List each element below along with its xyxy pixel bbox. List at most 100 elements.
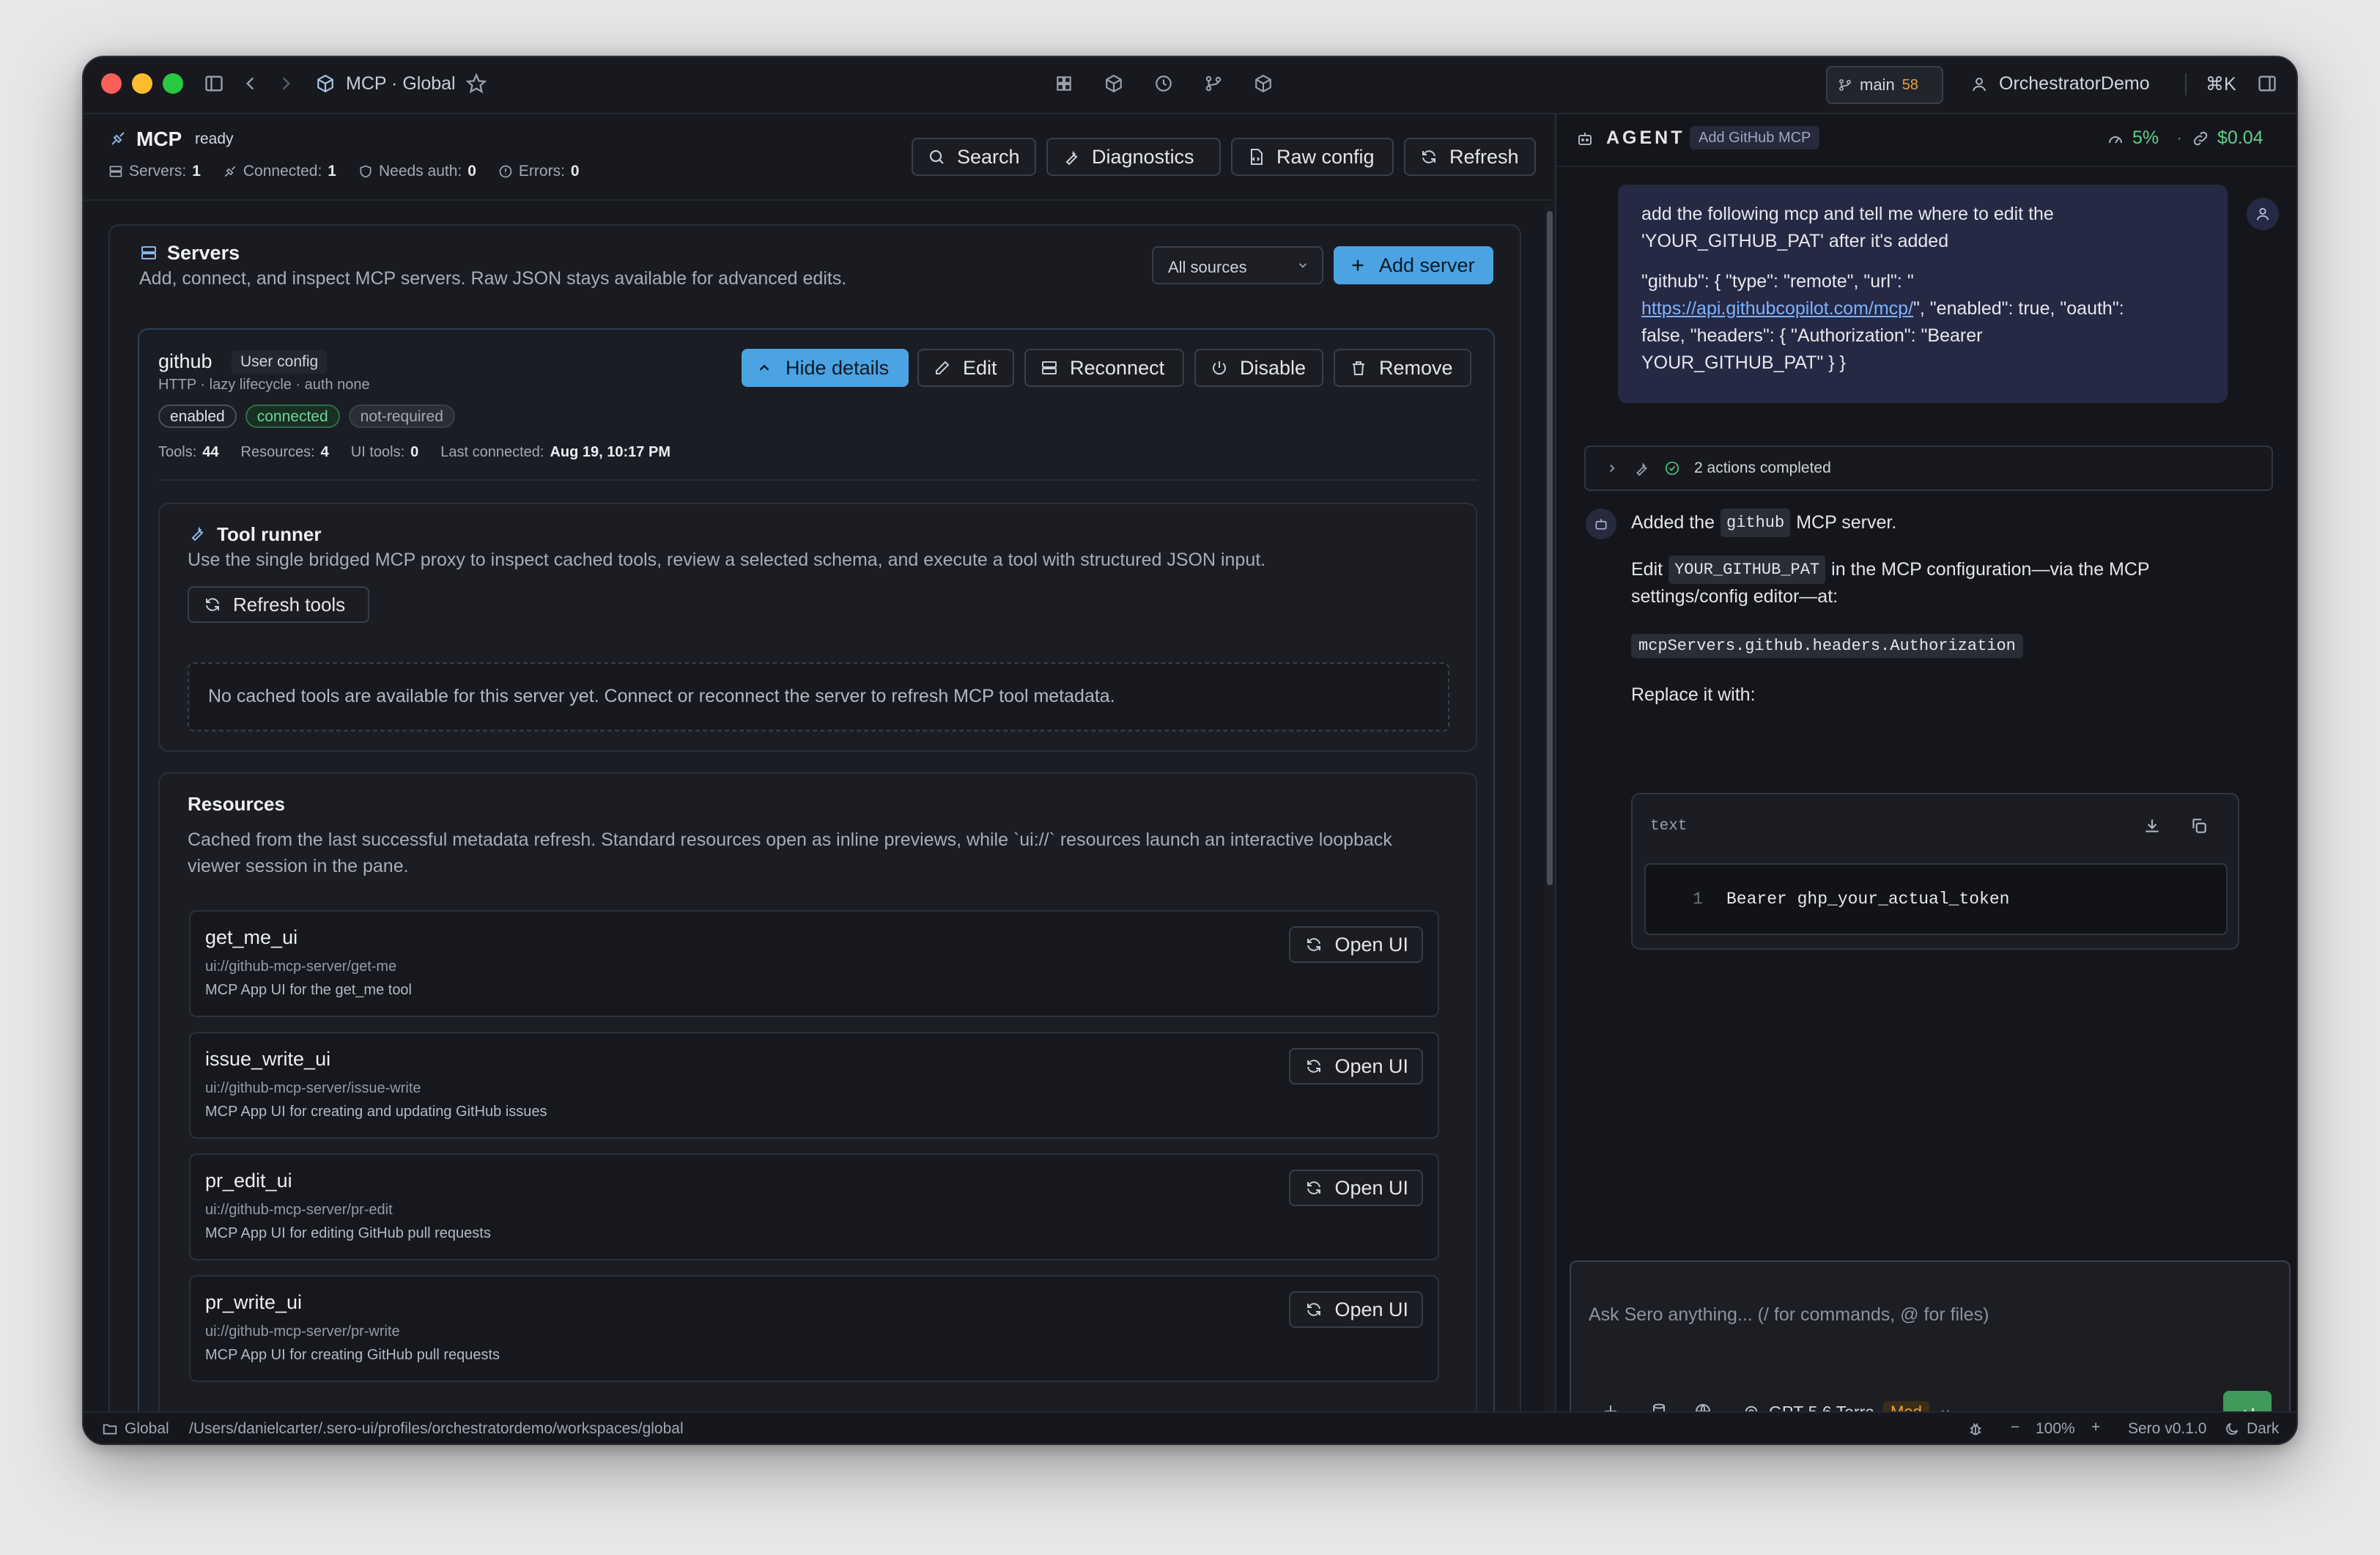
- forward-icon[interactable]: [274, 72, 298, 95]
- link-icon: [2191, 129, 2210, 148]
- raw-config-button[interactable]: Raw config: [1231, 138, 1394, 176]
- disable-button[interactable]: Disable: [1194, 349, 1323, 387]
- alert-circle-icon: [498, 164, 513, 179]
- resource-name: pr_edit_ui: [205, 1170, 292, 1192]
- grid-icon[interactable]: [1052, 72, 1076, 95]
- source-filter-select[interactable]: All sources: [1152, 246, 1323, 284]
- chat-input[interactable]: Ask Sero anything... (/ for commands, @ …: [1589, 1304, 2277, 1326]
- bot-icon: [1594, 517, 1608, 531]
- file-code-icon: [1246, 147, 1266, 167]
- server-counts: Tools: 44 Resources: 4 UI tools: 0 Last con…: [158, 444, 670, 460]
- branch-chip[interactable]: main 58: [1826, 66, 1943, 104]
- zoom-out-button[interactable]: −: [2011, 1419, 2019, 1436]
- tool-runner-description: Use the single bridged MCP proxy to insp…: [188, 550, 1266, 570]
- server-name: github: [158, 350, 212, 372]
- remove-button[interactable]: Remove: [1334, 349, 1471, 387]
- agent-session-tag[interactable]: Add GitHub MCP: [1690, 126, 1820, 149]
- context-usage: 5%: [2132, 128, 2159, 148]
- mcp-panel: MCP ready Servers: 1 Connected: 1 Needs au…: [84, 114, 1555, 1414]
- scrollbar-track[interactable]: [1545, 202, 1555, 1414]
- bug-icon[interactable]: [1967, 1420, 1984, 1438]
- sidebar-toggle-icon[interactable]: [202, 72, 226, 95]
- tool-runner-title: Tool runner: [217, 523, 322, 545]
- diagnostics-button[interactable]: Diagnostics: [1046, 138, 1221, 176]
- page-title: MCP: [136, 128, 182, 150]
- git-branch-icon: [1838, 78, 1852, 92]
- hide-details-button[interactable]: Hide details: [742, 349, 909, 387]
- search-button[interactable]: Search: [912, 138, 1036, 176]
- resource-item: pr_write_ui ui://github-mcp-server/pr-wri…: [189, 1275, 1439, 1382]
- zoom-window-button[interactable]: [163, 73, 183, 94]
- servers-title: Servers: [167, 242, 240, 264]
- minimize-window-button[interactable]: [132, 73, 152, 94]
- agent-title: AGENT: [1606, 128, 1685, 148]
- status-bar: Global /Users/danielcarter/.sero-ui/prof…: [84, 1411, 2296, 1444]
- power-icon: [1209, 358, 1230, 378]
- resource-name: issue_write_ui: [205, 1048, 331, 1070]
- zoom-in-button[interactable]: +: [2091, 1419, 2100, 1436]
- star-icon[interactable]: [465, 72, 488, 95]
- server-icon: [108, 164, 123, 179]
- line-number: 1: [1693, 890, 1703, 909]
- user-avatar: [2247, 198, 2279, 230]
- plug-icon: [108, 129, 128, 148]
- close-window-button[interactable]: [101, 73, 122, 94]
- chevron-right-icon: [1605, 461, 1619, 476]
- refresh-button[interactable]: Refresh: [1404, 138, 1536, 176]
- app-window: MCP · Global main 58 OrchestratorDemo ⌘K: [82, 56, 2298, 1445]
- connected-badge: connected: [245, 405, 340, 428]
- auth-badge: not-required: [348, 405, 455, 428]
- resources-title: Resources: [188, 793, 285, 815]
- resource-description: MCP App UI for editing GitHub pull reque…: [205, 1225, 491, 1241]
- package-icon[interactable]: [1102, 72, 1126, 95]
- server-badges: enabled connected not-required: [158, 405, 455, 428]
- assistant-avatar: [1586, 509, 1616, 539]
- config-path-code: mcpServers.github.headers.Authorization: [1631, 634, 2023, 658]
- copy-icon[interactable]: [2188, 815, 2210, 837]
- git-branch-icon[interactable]: [1202, 72, 1225, 95]
- trash-icon: [1348, 358, 1369, 378]
- refresh-tools-button[interactable]: Refresh tools: [188, 586, 369, 623]
- server-icon: [1039, 358, 1060, 378]
- add-server-button[interactable]: Add server: [1334, 246, 1493, 284]
- header-divider: [84, 199, 1555, 201]
- resources-description: Cached from the last successful metadata…: [188, 830, 1392, 876]
- title-bar: MCP · Global main 58 OrchestratorDemo ⌘K: [84, 57, 2296, 114]
- user-name[interactable]: OrchestratorDemo: [1999, 73, 2150, 95]
- command-shortcut[interactable]: ⌘K: [2206, 73, 2236, 95]
- box-icon[interactable]: [1252, 72, 1275, 95]
- panel-right-icon[interactable]: [2255, 72, 2279, 95]
- resource-name: get_me_ui: [205, 926, 298, 948]
- workspace-name[interactable]: Global: [125, 1420, 169, 1438]
- wrench-icon: [188, 523, 207, 542]
- inline-code: YOUR_GITHUB_PAT: [1668, 555, 1826, 584]
- zoom-level: 100%: [2036, 1420, 2075, 1437]
- folder-icon: [101, 1420, 119, 1438]
- open-ui-button[interactable]: Open UI: [1289, 1170, 1423, 1206]
- wrench-icon: [1061, 147, 1082, 167]
- app-version: Sero v0.1.0: [2128, 1420, 2207, 1437]
- url-link[interactable]: https://api.githubcopilot.com/mcp/: [1641, 298, 1913, 319]
- pencil-icon: [932, 358, 953, 378]
- open-ui-button[interactable]: Open UI: [1289, 1048, 1423, 1085]
- empty-tools-message: No cached tools are available for this s…: [188, 662, 1449, 731]
- theme-toggle[interactable]: Dark: [2247, 1420, 2279, 1438]
- open-ui-button[interactable]: Open UI: [1289, 926, 1423, 963]
- servers-subtitle: Add, connect, and inspect MCP servers. R…: [139, 268, 847, 289]
- bot-icon: [1575, 129, 1594, 148]
- refresh-icon: [202, 594, 223, 615]
- download-icon[interactable]: [2141, 815, 2163, 837]
- edit-button[interactable]: Edit: [917, 349, 1014, 387]
- gauge-icon: [2106, 129, 2125, 148]
- server-icon: [139, 243, 158, 262]
- history-icon[interactable]: [1152, 72, 1175, 95]
- shield-icon: [358, 164, 373, 179]
- actions-completed-toggle[interactable]: 2 actions completed: [1584, 446, 2273, 491]
- open-ui-button[interactable]: Open UI: [1289, 1291, 1423, 1328]
- status-badge: ready: [195, 130, 234, 147]
- reconnect-button[interactable]: Reconnect: [1024, 349, 1184, 387]
- code-language: text: [1650, 818, 1688, 835]
- scrollbar-thumb[interactable]: [1547, 211, 1553, 885]
- server-meta: HTTP · lazy lifecycle · auth none: [158, 377, 370, 393]
- back-icon[interactable]: [239, 72, 262, 95]
